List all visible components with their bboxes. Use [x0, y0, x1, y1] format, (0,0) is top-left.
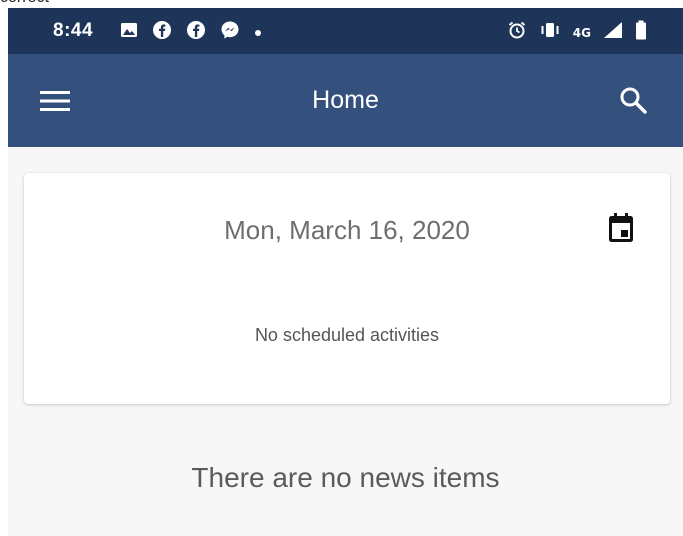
- cropped-caption-text: correct: [0, 0, 49, 8]
- status-time: 8:44: [53, 20, 94, 41]
- schedule-card: Mon, March 16, 2020 No scheduled activit…: [24, 173, 670, 404]
- phone-screen: 8:44 4G Home Mon, March 16, 2020 No sche…: [8, 8, 683, 536]
- network-type-label: 4G: [572, 25, 591, 40]
- facebook-icon: [152, 20, 172, 45]
- status-notification-icons: [120, 20, 262, 45]
- no-news-message: There are no news items: [191, 462, 500, 493]
- alarm-icon: [507, 20, 527, 45]
- calendar-button[interactable]: [604, 209, 638, 247]
- signal-icon: [603, 21, 623, 44]
- page-title: Home: [312, 86, 379, 114]
- selected-date[interactable]: Mon, March 16, 2020: [24, 213, 670, 247]
- image-icon: [120, 21, 138, 44]
- battery-icon: [635, 20, 647, 45]
- dot-icon: [254, 24, 262, 42]
- search-button[interactable]: [613, 80, 653, 120]
- vibrate-icon: [539, 21, 561, 44]
- search-icon: [620, 87, 647, 114]
- app-bar: Home: [8, 54, 683, 147]
- status-bar: 8:44 4G: [8, 8, 683, 54]
- facebook-icon: [186, 20, 206, 45]
- calendar-icon: [609, 213, 633, 242]
- screenshot-frame: correct 8:44: [0, 0, 683, 536]
- status-system-icons: 4G: [507, 20, 647, 45]
- no-activities-message: No scheduled activities: [254, 325, 440, 345]
- messenger-icon: [220, 20, 240, 45]
